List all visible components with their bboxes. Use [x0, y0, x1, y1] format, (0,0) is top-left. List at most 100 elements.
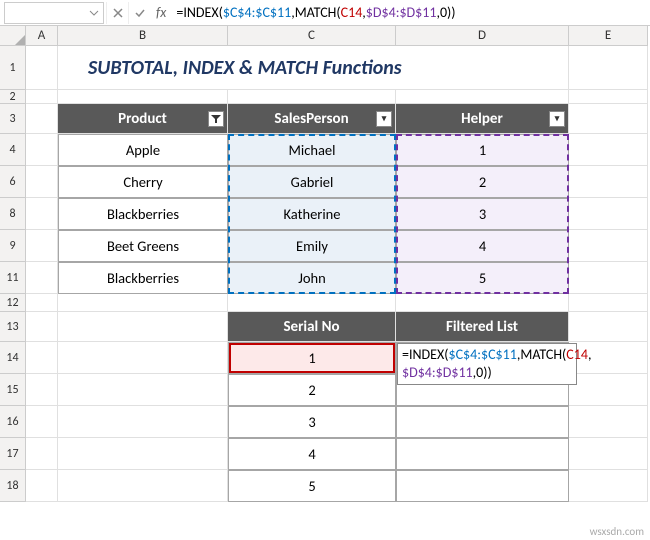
col-header-E[interactable]: E	[569, 26, 648, 46]
serial-cell[interactable]: 1	[228, 342, 396, 374]
table-cell[interactable]: 5	[396, 262, 569, 294]
filter-icon[interactable]	[208, 111, 224, 127]
cell[interactable]	[26, 406, 58, 438]
cell[interactable]	[396, 294, 569, 312]
table-cell[interactable]: Emily	[228, 230, 396, 262]
table-header-serial[interactable]: Serial No	[228, 312, 396, 342]
col-header-A[interactable]: A	[26, 26, 58, 46]
cell[interactable]	[26, 198, 58, 230]
cell[interactable]	[58, 294, 228, 312]
cell[interactable]	[26, 230, 58, 262]
table-cell[interactable]: Katherine	[228, 198, 396, 230]
row-header[interactable]: 9	[0, 230, 26, 262]
cell[interactable]	[569, 104, 648, 134]
filtered-cell[interactable]	[396, 438, 569, 470]
cell[interactable]	[26, 90, 58, 104]
cell[interactable]	[569, 90, 648, 104]
cell[interactable]	[26, 342, 58, 374]
cell[interactable]	[58, 312, 228, 342]
table-cell[interactable]: Blackberries	[58, 262, 228, 294]
cell[interactable]	[569, 406, 648, 438]
table-cell[interactable]: 3	[396, 198, 569, 230]
cell[interactable]	[26, 470, 58, 502]
table-cell[interactable]: 1	[396, 134, 569, 166]
table-cell[interactable]: Apple	[58, 134, 228, 166]
table-header-filtered[interactable]: Filtered List	[396, 312, 569, 342]
filtered-cell[interactable]	[396, 406, 569, 438]
row-header[interactable]: 15	[0, 374, 26, 406]
fx-icon[interactable]: fx	[150, 4, 172, 21]
chevron-down-icon[interactable]	[89, 8, 99, 18]
cell[interactable]	[569, 230, 648, 262]
cell[interactable]	[569, 166, 648, 198]
cell[interactable]	[58, 470, 228, 502]
cell[interactable]	[58, 374, 228, 406]
cell[interactable]	[58, 438, 228, 470]
cell[interactable]	[26, 294, 58, 312]
table-header-product[interactable]: Product	[58, 104, 228, 134]
table-cell[interactable]: Gabriel	[228, 166, 396, 198]
row-header[interactable]: 16	[0, 406, 26, 438]
row-header[interactable]: 3	[0, 104, 26, 134]
table-cell[interactable]: Blackberries	[58, 198, 228, 230]
serial-cell[interactable]: 4	[228, 438, 396, 470]
cell[interactable]	[569, 374, 648, 406]
table-cell[interactable]: Michael	[228, 134, 396, 166]
table-header-salesperson[interactable]: SalesPerson▾	[228, 104, 396, 134]
row-header[interactable]: 13	[0, 312, 26, 342]
row-header[interactable]: 17	[0, 438, 26, 470]
chevron-down-icon[interactable]: ▾	[549, 111, 565, 127]
table-cell[interactable]: John	[228, 262, 396, 294]
table-cell[interactable]: Beet Greens	[58, 230, 228, 262]
table-cell[interactable]: Cherry	[58, 166, 228, 198]
cell[interactable]	[569, 438, 648, 470]
cell[interactable]	[569, 134, 648, 166]
table-cell[interactable]: 4	[396, 230, 569, 262]
col-header-D[interactable]: D	[396, 26, 569, 46]
col-header-B[interactable]: B	[58, 26, 228, 46]
cell[interactable]	[228, 90, 396, 104]
cell[interactable]	[58, 90, 228, 104]
row-header[interactable]: 2	[0, 90, 26, 104]
row-header[interactable]: 18	[0, 470, 26, 502]
table-cell[interactable]: 2	[396, 166, 569, 198]
col-header-C[interactable]: C	[228, 26, 396, 46]
name-box[interactable]	[4, 2, 104, 24]
cell[interactable]	[58, 342, 228, 374]
cell[interactable]	[569, 312, 648, 342]
select-all-corner[interactable]	[0, 26, 26, 46]
serial-cell[interactable]: 5	[228, 470, 396, 502]
cell[interactable]	[26, 134, 58, 166]
cell[interactable]	[58, 406, 228, 438]
formula-input[interactable]: =INDEX($C$4:$C$11,MATCH(C14,$D$4:$D$11,0…	[172, 4, 650, 21]
cell[interactable]	[569, 294, 648, 312]
row-header[interactable]: 11	[0, 262, 26, 294]
enter-icon[interactable]	[128, 2, 150, 24]
cell[interactable]	[569, 470, 648, 502]
cell[interactable]	[569, 46, 648, 90]
cell[interactable]	[26, 104, 58, 134]
serial-cell[interactable]: 2	[228, 374, 396, 406]
serial-cell[interactable]: 3	[228, 406, 396, 438]
row-header[interactable]: 8	[0, 198, 26, 230]
row-header[interactable]: 1	[0, 46, 26, 90]
row-header[interactable]: 4	[0, 134, 26, 166]
cell[interactable]	[26, 312, 58, 342]
row-header[interactable]: 14	[0, 342, 26, 374]
filtered-cell[interactable]	[396, 470, 569, 502]
cell[interactable]	[569, 262, 648, 294]
row-header[interactable]: 6	[0, 166, 26, 198]
row-header[interactable]: 12	[0, 294, 26, 312]
cell[interactable]	[26, 374, 58, 406]
cell-editor[interactable]: =INDEX($C$4:$C$11,MATCH(C14,$D$4:$D$11,0…	[397, 343, 577, 385]
table-header-helper[interactable]: Helper▾	[396, 104, 569, 134]
cell[interactable]	[26, 166, 58, 198]
cancel-icon[interactable]	[106, 2, 128, 24]
title-cell[interactable]: SUBTOTAL, INDEX & MATCH Functions	[58, 46, 569, 90]
cell[interactable]	[396, 90, 569, 104]
cell[interactable]	[26, 262, 58, 294]
cell[interactable]	[26, 438, 58, 470]
chevron-down-icon[interactable]: ▾	[376, 111, 392, 127]
cell[interactable]	[228, 294, 396, 312]
cell[interactable]	[26, 46, 58, 90]
